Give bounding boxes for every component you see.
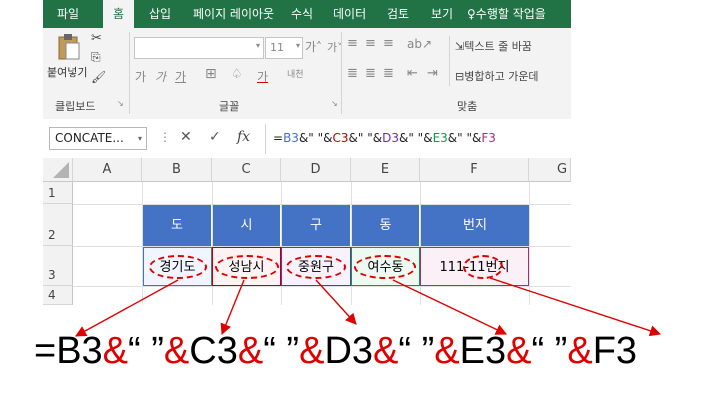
arrow-f3 <box>489 277 662 337</box>
ampersand-operator: & <box>299 330 325 372</box>
concatenation-formula-caption: =B3&“ ”&C3&“ ”&D3&“ ”&E3&“ ”&F3 <box>34 330 637 373</box>
ampersand-operator: & <box>102 330 129 372</box>
formula-term: C3 <box>189 330 238 372</box>
formula-term: “ ” <box>531 330 568 372</box>
arrow-d3 <box>315 279 357 325</box>
formula-term: “ ” <box>128 330 164 372</box>
ampersand-operator: & <box>373 330 399 372</box>
ampersand-operator: & <box>237 330 264 372</box>
ampersand-operator: & <box>567 330 593 372</box>
arrow-c3 <box>220 279 245 336</box>
formula-term: E3 <box>459 330 507 372</box>
ampersand-operator: & <box>434 330 460 372</box>
arrow-b3 <box>75 279 179 337</box>
formula-term: =B3 <box>34 330 103 372</box>
arrow-e3 <box>392 279 508 335</box>
formula-term: F3 <box>592 330 638 372</box>
formula-term: D3 <box>324 330 374 372</box>
formula-term: “ ” <box>263 330 300 372</box>
formula-term: “ ” <box>398 330 435 372</box>
ampersand-operator: & <box>506 330 532 372</box>
ampersand-operator: & <box>163 330 190 372</box>
